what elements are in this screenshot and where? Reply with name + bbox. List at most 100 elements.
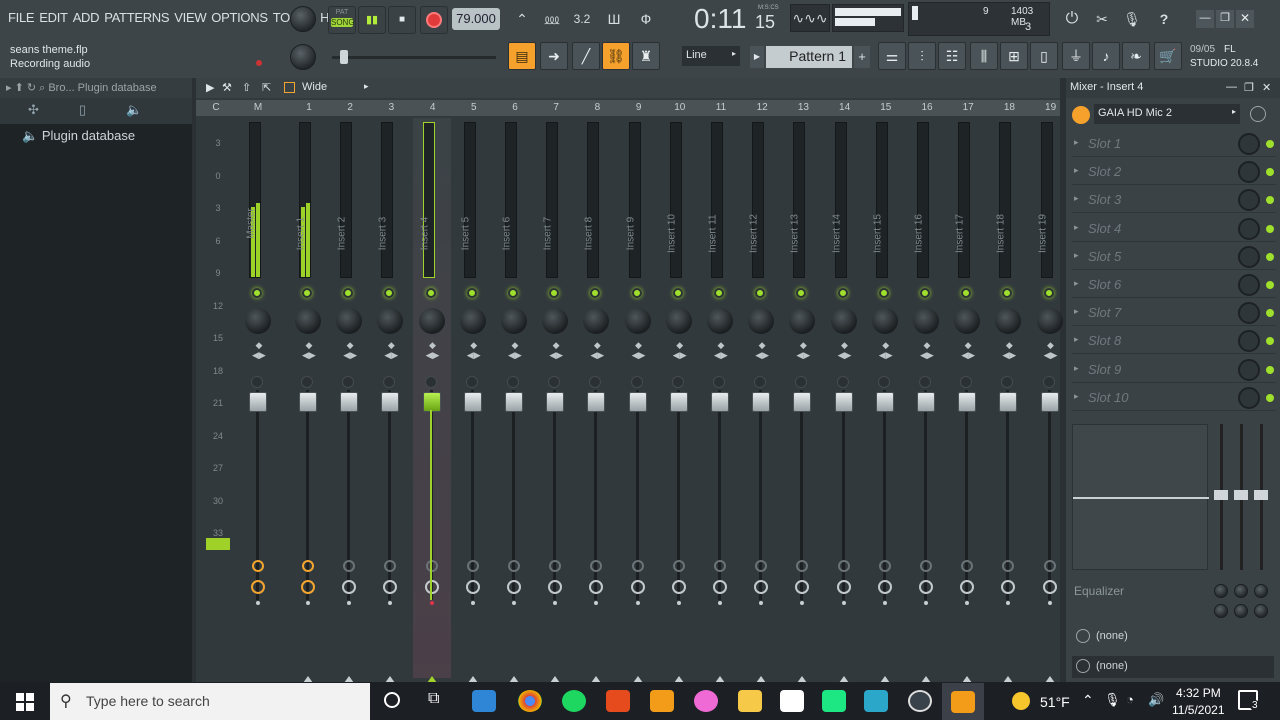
track-enable-led[interactable] (549, 288, 560, 298)
insert-restore-icon[interactable]: ❐ (1244, 81, 1254, 94)
mic-icon[interactable]: 🎙 (1118, 6, 1146, 32)
stereo-knob[interactable] (507, 376, 519, 388)
taskbar-search-box[interactable]: ⚲ Type here to search (50, 683, 370, 720)
slot-mix-knob[interactable] (1238, 245, 1260, 268)
mixer-view-mode[interactable]: Wide (302, 81, 327, 93)
tools-icon[interactable]: ✂ (1088, 6, 1116, 32)
slot-enable-led[interactable] (1266, 309, 1274, 318)
pan-knob[interactable] (871, 308, 898, 334)
effect-slot[interactable]: ▸ Slot 1 (1072, 130, 1276, 157)
hulu-icon[interactable] (822, 690, 846, 712)
loop-record-icon[interactable]: Ф (632, 6, 660, 32)
input-icon[interactable] (466, 560, 479, 572)
mixer-track-insert-16[interactable]: Insert 16 ◆ ◀▶ (907, 118, 945, 683)
cpu-meter[interactable] (832, 4, 904, 32)
stereo-knob[interactable] (548, 376, 561, 388)
stereo-knob[interactable] (630, 376, 643, 388)
tempo-display[interactable]: 79.000 (452, 8, 500, 30)
mixer-track-insert-8[interactable]: Insert 8 ◆ ◀▶ (577, 118, 615, 683)
channel-rack-icon[interactable]: ☷ (938, 42, 966, 70)
news-panel[interactable]: 09/05 FL STUDIO 20.8.4 (1186, 42, 1272, 72)
slot-mix-knob[interactable] (1238, 302, 1260, 325)
mixer-track-insert-13[interactable]: Insert 13 ◆ ◀▶ (783, 118, 821, 683)
effect-slot[interactable]: ▸ Slot 9 (1072, 356, 1276, 383)
track-enable-led[interactable] (878, 288, 889, 298)
insert-close-icon[interactable]: ✕ (1262, 81, 1271, 94)
pan-knob[interactable] (707, 308, 733, 334)
mixer-track-insert-2[interactable]: Insert 2 ◆ ◀▶ (330, 118, 368, 683)
slot-mix-knob[interactable] (1238, 189, 1260, 212)
mixer-track-insert-14[interactable]: Insert 14 ◆ ◀▶ (825, 118, 863, 683)
browser-speaker-icon[interactable]: 🔈 (126, 102, 142, 120)
eq-knob-3[interactable] (1254, 584, 1268, 598)
mixer-track-insert-11[interactable]: Insert 11 ◆ ◀▶ (701, 118, 739, 683)
pause-button[interactable]: ▮▮ (358, 6, 386, 34)
menu-file[interactable]: FILE (8, 10, 35, 25)
stereo-knob[interactable] (383, 376, 396, 388)
effect-slot[interactable]: ▸ Slot 10 (1072, 384, 1276, 411)
stereo-separation-icon[interactable]: ◆ ◀▶ (508, 340, 522, 360)
volume-fader[interactable] (463, 392, 482, 412)
record-arm-dot[interactable] (470, 601, 475, 605)
record-arm-dot[interactable] (965, 601, 970, 605)
link-tool-button[interactable]: ⛓ (602, 42, 630, 70)
input-icon[interactable] (755, 560, 768, 572)
route-icon[interactable] (507, 580, 521, 594)
mixer-track-insert-9[interactable]: Insert 9 ◆ ◀▶ (619, 118, 657, 683)
eq-knob-4[interactable] (1214, 604, 1228, 618)
browser-add-icon[interactable]: ✣ (28, 102, 39, 120)
tray-volume-icon[interactable]: 🔊 (1148, 692, 1164, 708)
stereo-separation-icon[interactable]: ◆ ◀▶ (302, 340, 316, 360)
eq-fader-high[interactable] (1254, 424, 1268, 570)
add-pattern-button[interactable]: + (854, 46, 870, 68)
volume-fader[interactable] (752, 392, 771, 412)
pan-knob[interactable] (295, 308, 321, 334)
mixer-track-insert-3[interactable]: Insert 3 ◆ ◀▶ (371, 118, 409, 683)
route-icon[interactable] (424, 580, 439, 594)
stereo-knob[interactable] (836, 376, 849, 388)
mixer-icon[interactable]: ⫼ (970, 42, 998, 70)
insert-settings-icon[interactable] (1250, 106, 1266, 122)
eq-fader-mid[interactable] (1234, 424, 1248, 570)
input-selector[interactable]: GAIA HD Mic 2 ▸ (1094, 104, 1240, 124)
input-icon[interactable] (920, 560, 932, 572)
song-time-display[interactable]: 0:11 M:S:CS 15 (672, 0, 784, 38)
stereo-knob[interactable] (795, 376, 808, 388)
pan-knob[interactable] (1036, 308, 1063, 334)
eq-knob-1[interactable] (1214, 584, 1228, 598)
volume-fader[interactable] (711, 392, 729, 412)
input-icon[interactable] (714, 560, 726, 572)
input-icon[interactable] (508, 560, 520, 572)
timeline-icon[interactable]: ⧉ (428, 690, 439, 708)
pitch-slider[interactable] (332, 56, 496, 59)
slot-enable-led[interactable] (1266, 337, 1274, 346)
route-icon[interactable] (342, 580, 357, 594)
routing-icon[interactable]: ⊞ (1000, 42, 1028, 70)
input-icon[interactable] (837, 560, 850, 572)
stereo-knob[interactable] (589, 376, 602, 388)
input-icon[interactable] (549, 560, 562, 572)
input-active-icon[interactable] (302, 560, 314, 572)
mail-icon[interactable] (472, 690, 496, 712)
route-icon[interactable] (630, 580, 645, 594)
input-icon[interactable] (961, 560, 974, 572)
track-enable-led[interactable] (384, 288, 395, 298)
track-enable-led[interactable] (631, 288, 642, 298)
clock-time[interactable]: 4:32 PM (1176, 686, 1221, 700)
fl-studio-active-icon[interactable] (942, 683, 984, 720)
clock-date[interactable]: 11/5/2021 (1172, 703, 1225, 717)
track-enable-led[interactable] (590, 288, 601, 298)
mixer-track-insert-7[interactable]: Insert 7 ◆ ◀▶ (536, 118, 574, 683)
route-icon[interactable] (671, 580, 686, 594)
volume-fader[interactable] (340, 392, 359, 412)
touch-controller-icon[interactable]: ♪ (1092, 42, 1120, 70)
mixer-tool-icon-3[interactable]: ⇱ (262, 81, 271, 94)
stereo-knob[interactable] (465, 376, 478, 388)
effect-slot[interactable]: ▸ Slot 2 (1072, 158, 1276, 186)
record-arm-dot[interactable] (800, 601, 805, 605)
slot-enable-led[interactable] (1266, 224, 1274, 233)
route-icon[interactable] (589, 580, 604, 594)
stereo-separation-icon[interactable]: ◆ ◀▶ (343, 340, 357, 360)
pan-knob[interactable] (418, 308, 445, 334)
pan-knob[interactable] (913, 308, 939, 334)
